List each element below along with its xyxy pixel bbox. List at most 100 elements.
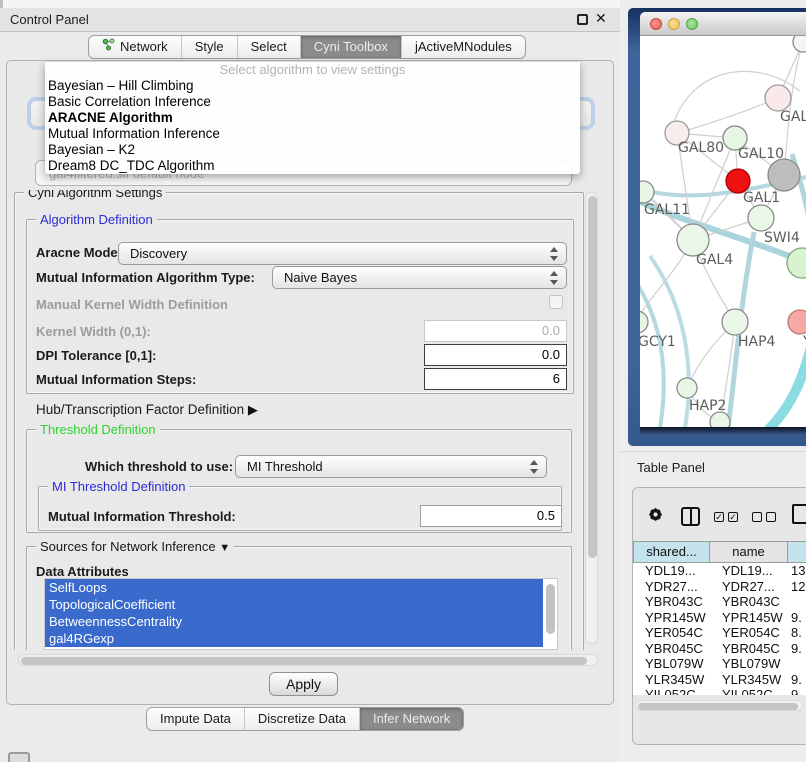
apply-button[interactable]: Apply bbox=[269, 672, 338, 696]
table-cell[interactable]: 9. bbox=[788, 610, 806, 626]
table-cell[interactable]: YBR045C bbox=[710, 641, 788, 657]
column-header-shared[interactable]: shared... bbox=[633, 541, 710, 563]
table-cell[interactable]: 8. bbox=[788, 625, 806, 641]
which-threshold-combobox[interactable]: MI Threshold bbox=[235, 455, 547, 478]
float-panel-icon[interactable] bbox=[577, 14, 588, 25]
table-row[interactable]: YBL079WYBL079W bbox=[633, 656, 806, 672]
column-header-extra[interactable] bbox=[788, 541, 806, 563]
table-row[interactable]: YBR043CYBR043C bbox=[633, 594, 806, 610]
kernel-width-field[interactable]: 0.0 bbox=[424, 320, 567, 342]
table-cell[interactable]: YDL19... bbox=[710, 563, 788, 579]
table-row[interactable]: YPR145WYPR145W9. bbox=[633, 610, 806, 626]
table-cell[interactable]: YER054C bbox=[633, 625, 710, 641]
attributes-list-scrollbar[interactable] bbox=[546, 584, 555, 634]
table-row[interactable]: YIL052CYIL052C9 bbox=[633, 687, 806, 695]
table-cell[interactable]: YIL052C bbox=[633, 687, 710, 695]
table-cell[interactable]: YBL079W bbox=[710, 656, 788, 672]
network-node[interactable] bbox=[710, 412, 730, 427]
tab-jactivemnodules[interactable]: jActiveMNodules bbox=[401, 36, 525, 58]
network-node[interactable] bbox=[768, 159, 800, 191]
algorithm-option-mutual-information-inference[interactable]: Mutual Information Inference bbox=[45, 126, 580, 142]
table-cell[interactable]: YBR043C bbox=[710, 594, 788, 610]
table-cell[interactable]: YDR27... bbox=[710, 579, 788, 595]
network-node[interactable] bbox=[640, 181, 654, 203]
network-node[interactable] bbox=[787, 248, 806, 278]
table-row[interactable]: YBR045CYBR045C9. bbox=[633, 641, 806, 657]
checked-box-icon[interactable]: ✓ bbox=[728, 512, 738, 522]
tab-discretize-data[interactable]: Discretize Data bbox=[244, 708, 359, 730]
mi-type-combobox[interactable]: Naive Bayes bbox=[272, 266, 567, 289]
settings-vscroll-track[interactable] bbox=[585, 192, 598, 644]
table-cell[interactable] bbox=[788, 656, 806, 672]
network-node[interactable] bbox=[722, 309, 748, 335]
table-row[interactable]: YDL19...YDL19...13 bbox=[633, 563, 806, 579]
table-row[interactable]: YER054CYER054C8. bbox=[633, 625, 806, 641]
algorithm-option-dream8-dc-tdc-algorithm[interactable]: Dream8 DC_TDC Algorithm bbox=[45, 158, 580, 174]
network-canvas[interactable]: GALGAL80GAL10GAL1GAL11SWI4GAL4GCY1HAP4YH… bbox=[640, 36, 806, 427]
table-cell[interactable]: YER054C bbox=[710, 625, 788, 641]
table-cell[interactable]: YIL052C bbox=[710, 687, 788, 695]
close-window-icon[interactable] bbox=[650, 18, 662, 30]
network-edge[interactable] bbox=[677, 98, 778, 133]
checked-box-icon[interactable]: ✓ bbox=[714, 512, 724, 522]
algorithm-option-bayesian-hill-climbing[interactable]: Bayesian – Hill Climbing bbox=[45, 78, 580, 94]
zoom-window-icon[interactable] bbox=[686, 18, 698, 30]
settings-vscroll-thumb[interactable] bbox=[588, 196, 597, 558]
settings-hscroll-thumb[interactable] bbox=[21, 657, 587, 665]
network-node[interactable] bbox=[788, 310, 806, 334]
column-header-name[interactable]: name bbox=[710, 541, 788, 563]
table-cell[interactable]: YPR145W bbox=[633, 610, 710, 626]
mi-steps-field[interactable]: 6 bbox=[424, 368, 567, 390]
attribute-item-topologicalcoefficient[interactable]: TopologicalCoefficient bbox=[45, 596, 543, 613]
table-cell[interactable]: 9 bbox=[788, 687, 806, 695]
network-node[interactable] bbox=[748, 205, 774, 231]
manual-kernel-checkbox[interactable] bbox=[549, 295, 563, 309]
table-cell[interactable] bbox=[788, 594, 806, 610]
network-node[interactable] bbox=[765, 85, 791, 111]
table-cell[interactable]: 9. bbox=[788, 672, 806, 688]
network-node[interactable] bbox=[640, 311, 648, 333]
table-cell[interactable]: 13 bbox=[788, 563, 806, 579]
file-icon[interactable] bbox=[792, 504, 806, 524]
hub-expander[interactable]: Hub/Transcription Factor Definition ▶ bbox=[36, 402, 258, 418]
aracne-mode-combobox[interactable]: Discovery bbox=[118, 242, 567, 265]
table-cell[interactable]: YBR043C bbox=[633, 594, 710, 610]
network-node[interactable] bbox=[793, 36, 806, 52]
data-attributes-list[interactable]: SelfLoopsTopologicalCoefficientBetweenne… bbox=[44, 578, 558, 650]
table-row[interactable]: YDR27...YDR27...12 bbox=[633, 579, 806, 595]
table-cell[interactable]: 9. bbox=[788, 641, 806, 657]
network-node[interactable] bbox=[677, 378, 697, 398]
minimize-window-icon[interactable] bbox=[668, 18, 680, 30]
table-cell[interactable]: YPR145W bbox=[710, 610, 788, 626]
network-window-titlebar[interactable] bbox=[640, 12, 806, 36]
table-cell[interactable]: YDL19... bbox=[633, 563, 710, 579]
gear-icon[interactable] bbox=[647, 506, 664, 523]
minimized-panel-icon[interactable] bbox=[8, 752, 30, 762]
table-cell[interactable]: YLR345W bbox=[710, 672, 788, 688]
unchecked-box-icon[interactable] bbox=[766, 512, 776, 522]
tab-infer-network[interactable]: Infer Network bbox=[359, 708, 463, 730]
sources-group-title[interactable]: Sources for Network Inference ▼ bbox=[36, 539, 234, 556]
tab-select[interactable]: Select bbox=[237, 36, 300, 58]
split-columns-icon[interactable] bbox=[681, 507, 700, 526]
tab-impute-data[interactable]: Impute Data bbox=[147, 708, 244, 730]
table-cell[interactable]: 12 bbox=[788, 579, 806, 595]
close-icon[interactable]: ✕ bbox=[595, 10, 607, 27]
tab-style[interactable]: Style bbox=[181, 36, 237, 58]
table-hscroll-thumb[interactable] bbox=[638, 703, 798, 710]
attribute-item-selfloops[interactable]: SelfLoops bbox=[45, 579, 543, 596]
algorithm-option-bayesian-k2[interactable]: Bayesian – K2 bbox=[45, 142, 580, 158]
table-hscroll-track[interactable] bbox=[635, 700, 803, 711]
tab-cyni-toolbox[interactable]: Cyni Toolbox bbox=[300, 36, 401, 58]
algorithm-option-basic-correlation-inference[interactable]: Basic Correlation Inference bbox=[45, 94, 580, 110]
table-cell[interactable]: YBR045C bbox=[633, 641, 710, 657]
algorithm-option-aracne-algorithm[interactable]: ARACNE Algorithm bbox=[45, 110, 580, 126]
settings-hscroll-track[interactable] bbox=[18, 654, 598, 666]
table-cell[interactable]: YLR345W bbox=[633, 672, 710, 688]
tab-network[interactable]: Network bbox=[89, 36, 181, 58]
table-cell[interactable]: YDR27... bbox=[633, 579, 710, 595]
mi-threshold-field[interactable]: 0.5 bbox=[420, 505, 562, 527]
attribute-item-gal4rgexp[interactable]: gal4RGexp bbox=[45, 630, 543, 647]
table-cell[interactable]: YBL079W bbox=[633, 656, 710, 672]
unchecked-box-icon[interactable] bbox=[752, 512, 762, 522]
